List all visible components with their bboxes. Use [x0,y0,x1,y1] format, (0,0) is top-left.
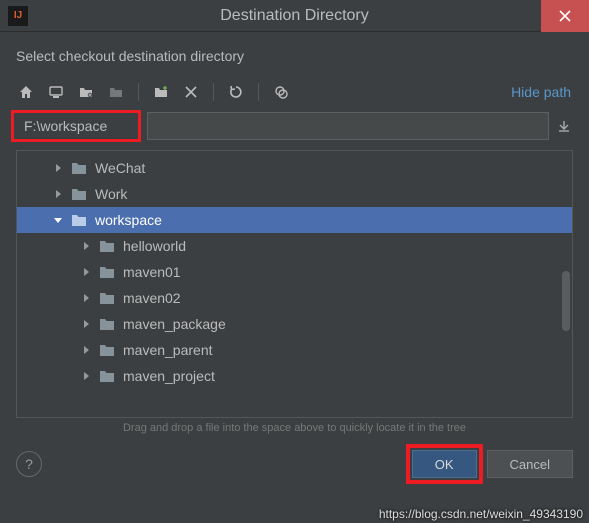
tree-item-label: maven_parent [123,342,213,358]
folder-icon [99,316,117,332]
folder-icon [99,368,117,384]
module-icon[interactable] [106,82,126,102]
tree-item-label: helloworld [123,238,186,254]
home-icon[interactable] [16,82,36,102]
folder-icon [99,238,117,254]
refresh-icon[interactable] [226,82,246,102]
path-row [16,112,573,140]
tree-item-label: maven02 [123,290,181,306]
folder-icon [99,290,117,306]
tree-item[interactable]: maven_package [17,311,572,337]
chevron-right-icon[interactable] [79,343,93,357]
chevron-right-icon[interactable] [79,239,93,253]
chevron-right-icon[interactable] [79,369,93,383]
folder-icon [71,186,89,202]
chevron-right-icon[interactable] [79,265,93,279]
tree-item[interactable]: maven_project [17,363,572,389]
folder-icon [71,160,89,176]
cancel-button[interactable]: Cancel [487,450,573,478]
tree-item-label: workspace [95,212,162,228]
hide-path-link[interactable]: Hide path [511,84,573,100]
chevron-right-icon[interactable] [79,291,93,305]
toolbar-separator [258,83,259,101]
toolbar-separator [213,83,214,101]
tree-item[interactable]: WeChat [17,155,572,181]
project-icon[interactable] [76,82,96,102]
toolbar-separator [138,83,139,101]
history-icon[interactable] [555,117,573,135]
delete-icon[interactable] [181,82,201,102]
tree-item-label: maven01 [123,264,181,280]
tree-item[interactable]: workspace [17,207,572,233]
folder-icon [99,342,117,358]
ok-button[interactable]: OK [412,450,477,478]
tree-item[interactable]: helloworld [17,233,572,259]
directory-tree[interactable]: WeChat Work workspace helloworld maven01 mave… [16,150,573,418]
app-icon: IJ [8,6,28,26]
toolbar: Hide path [16,82,573,102]
dialog-footer: ? OK Cancel [0,444,589,490]
tree-item-label: maven_package [123,316,226,332]
tree-item[interactable]: maven02 [17,285,572,311]
scrollbar-vertical[interactable] [562,271,570,331]
tree-item[interactable]: Work [17,181,572,207]
prompt-text: Select checkout destination directory [16,48,573,64]
tree-item[interactable]: maven_parent [17,337,572,363]
hint-text: Drag and drop a file into the space abov… [16,418,573,444]
dialog-content: Select checkout destination directory Hi… [0,32,589,444]
watermark-text: https://blog.csdn.net/weixin_49343190 [379,507,583,521]
tree-item-label: maven_project [123,368,215,384]
tree-item-label: Work [95,186,127,202]
close-button[interactable] [541,0,589,32]
desktop-icon[interactable] [46,82,66,102]
path-input[interactable] [16,115,136,137]
chevron-right-icon[interactable] [51,187,65,201]
folder-icon [99,264,117,280]
tree-item-label: WeChat [95,160,145,176]
show-hidden-icon[interactable] [271,82,291,102]
highlight-box [11,110,141,142]
titlebar: IJ Destination Directory [0,0,589,32]
path-input-tail[interactable] [147,112,549,140]
chevron-right-icon[interactable] [79,317,93,331]
window-title: Destination Directory [0,7,589,25]
chevron-right-icon[interactable] [51,161,65,175]
new-folder-icon[interactable] [151,82,171,102]
chevron-down-icon[interactable] [51,213,65,227]
tree-item[interactable]: maven01 [17,259,572,285]
folder-icon [71,212,89,228]
help-button[interactable]: ? [16,451,42,477]
